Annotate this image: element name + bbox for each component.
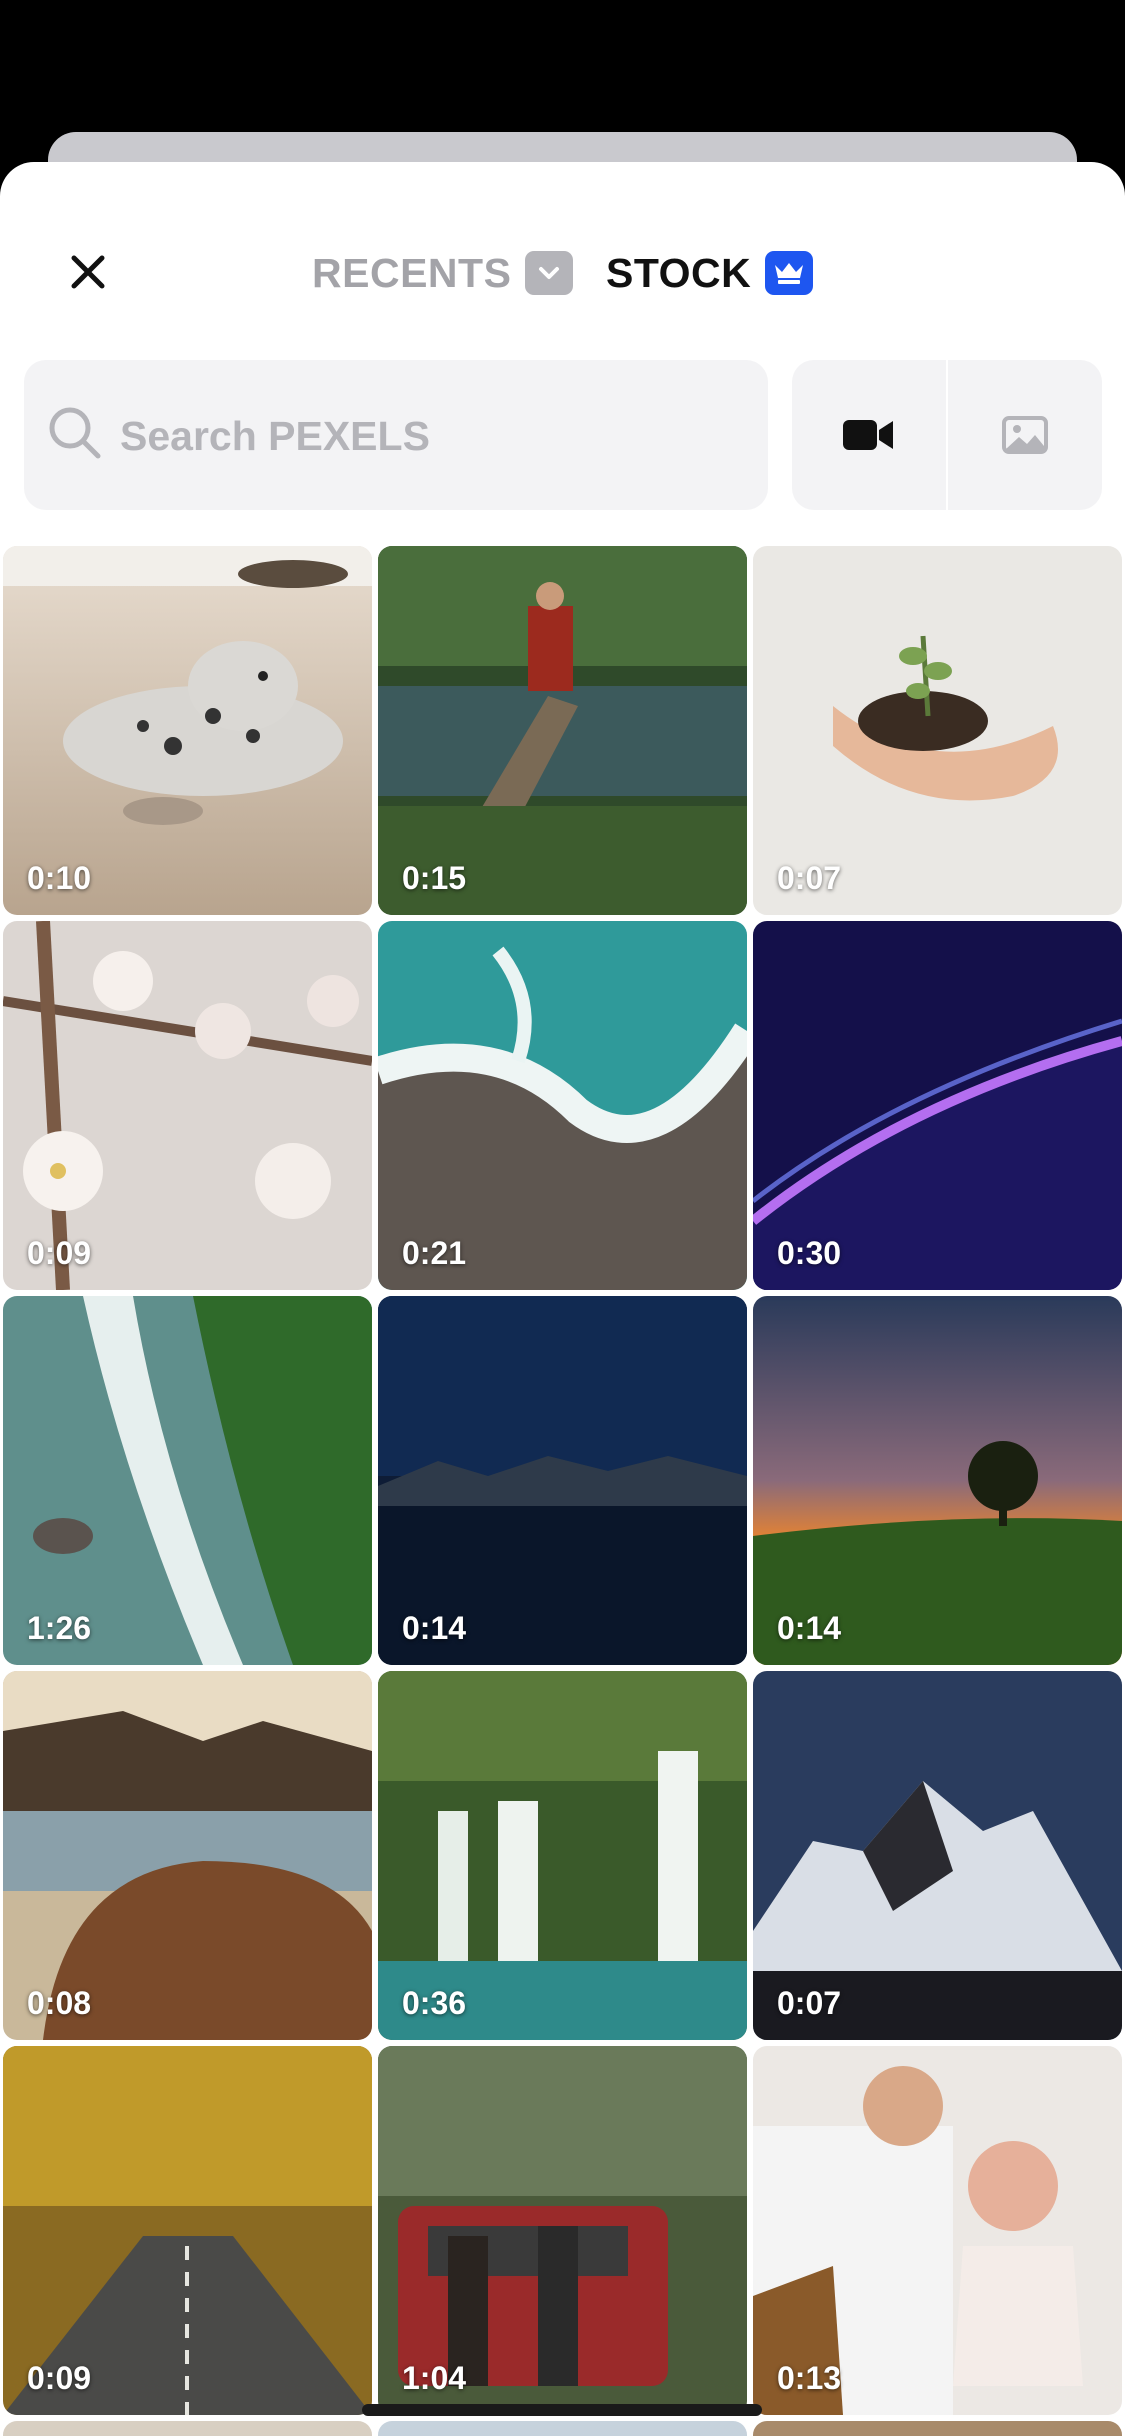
video-tile[interactable]: 0:14 — [753, 1296, 1122, 1665]
tab-recents-label: RECENTS — [312, 249, 512, 296]
video-tile[interactable]: 0:13 — [753, 2046, 1122, 2415]
video-duration: 0:14 — [402, 1610, 467, 1646]
video-camera-icon — [842, 420, 893, 450]
video-duration: 0:30 — [777, 1235, 842, 1271]
video-tile[interactable]: 0:07 — [753, 546, 1122, 915]
video-tile[interactable]: 0:09 — [3, 921, 372, 1290]
search-icon — [49, 407, 101, 459]
source-tabs: RECENTS STOCK — [0, 242, 1125, 304]
video-duration: 0:10 — [27, 860, 92, 896]
tab-stock-label: STOCK — [606, 249, 752, 296]
video-tile[interactable]: 0:36 — [378, 1671, 747, 2040]
chevron-down-icon — [525, 251, 574, 295]
video-duration: 0:13 — [777, 2360, 842, 2396]
video-duration: 0:08 — [27, 1985, 92, 2021]
video-tile[interactable]: 0:14 — [378, 1296, 747, 1665]
video-tile[interactable]: 0:21 — [378, 921, 747, 1290]
image-filter-button[interactable] — [948, 360, 1102, 510]
video-tile-partial[interactable] — [378, 2421, 747, 2436]
crown-icon — [765, 251, 814, 295]
video-tile-partial[interactable] — [3, 2421, 372, 2436]
media-type-toggle — [792, 360, 1102, 510]
video-duration: 0:09 — [27, 1235, 92, 1271]
video-tile[interactable]: 0:09 — [3, 2046, 372, 2415]
video-duration: 0:21 — [402, 1235, 467, 1271]
video-tile[interactable]: 1:26 — [3, 1296, 372, 1665]
video-tile[interactable]: 0:08 — [3, 1671, 372, 2040]
video-thumbnail-partial — [3, 2421, 372, 2436]
video-thumbnail-partial — [378, 2421, 747, 2436]
stock-picker-sheet: RECENTS STOCK Search PEXELS 0:10 0:15 0:… — [0, 162, 1125, 2436]
image-icon — [1002, 416, 1049, 454]
video-tile[interactable]: 0:07 — [753, 1671, 1122, 2040]
video-duration: 0:36 — [402, 1985, 467, 2021]
video-filter-button[interactable] — [792, 360, 946, 510]
video-duration: 0:14 — [777, 1610, 842, 1646]
video-tile-partial[interactable] — [753, 2421, 1122, 2436]
video-duration: 0:07 — [777, 860, 842, 896]
video-duration: 0:07 — [777, 1985, 842, 2021]
video-thumbnail-partial — [753, 2421, 1122, 2436]
video-tile[interactable]: 0:30 — [753, 921, 1122, 1290]
tab-recents[interactable]: RECENTS — [312, 242, 574, 304]
video-duration: 1:04 — [402, 2360, 467, 2396]
search-input[interactable] — [118, 400, 742, 472]
home-indicator — [362, 2404, 762, 2416]
video-duration: 0:15 — [402, 860, 467, 896]
video-tile[interactable]: 0:15 — [378, 546, 747, 915]
video-tile[interactable]: 1:04 — [378, 2046, 747, 2415]
tab-stock[interactable]: STOCK — [606, 242, 814, 304]
search-bar[interactable] — [24, 360, 768, 510]
video-duration: 0:09 — [27, 2360, 92, 2396]
video-duration: 1:26 — [27, 1610, 92, 1646]
video-tile[interactable]: 0:10 — [3, 546, 372, 915]
